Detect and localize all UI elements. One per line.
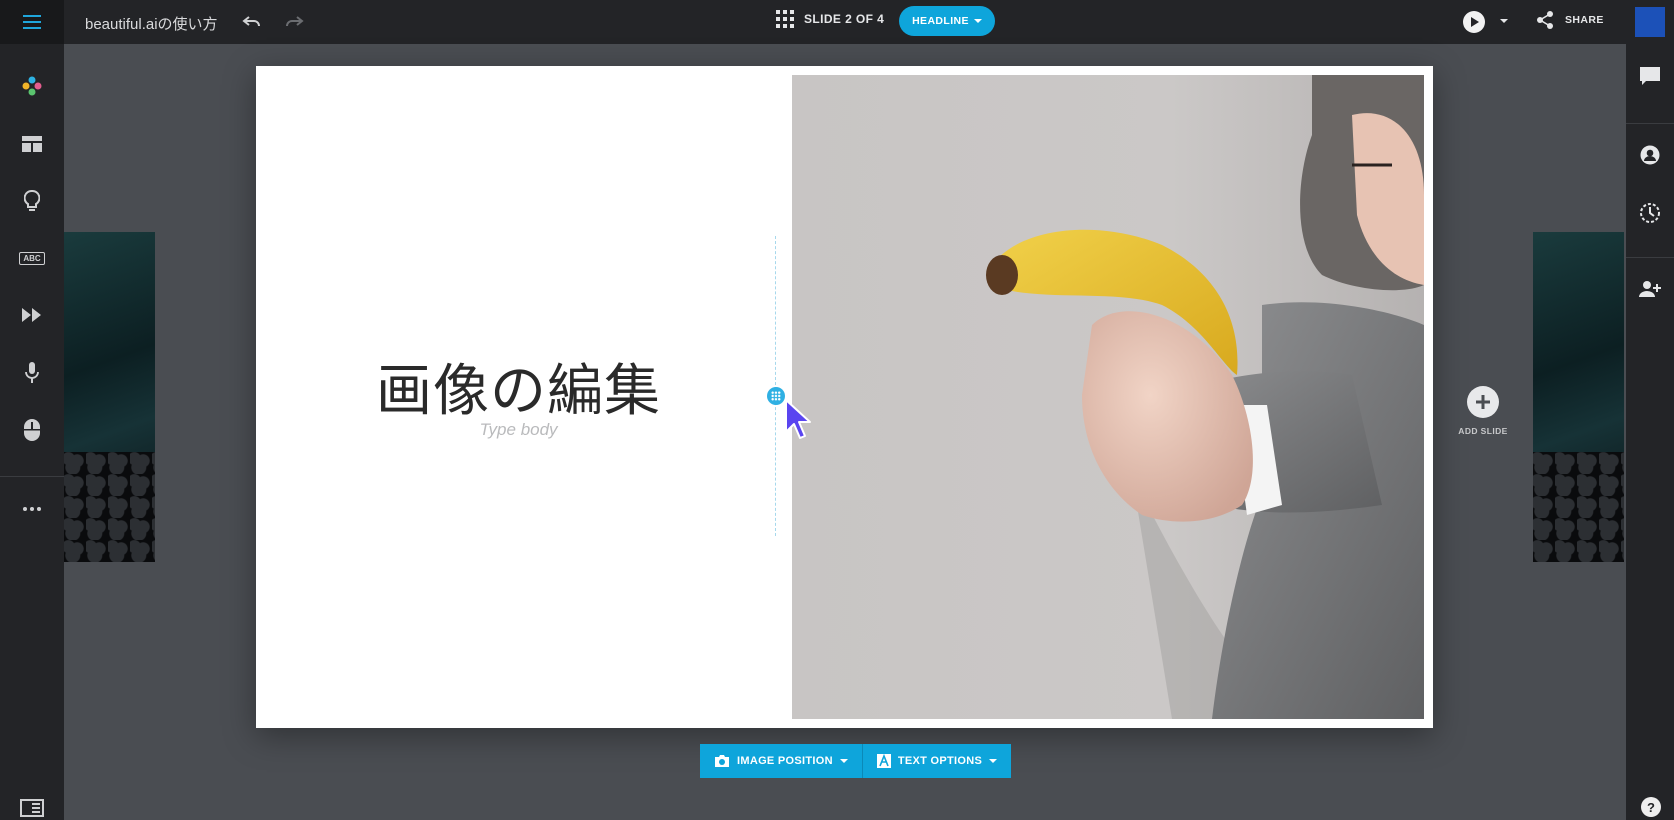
add-slide-button[interactable]: ADD SLIDE bbox=[1458, 386, 1508, 436]
abc-label: ABC bbox=[19, 251, 45, 265]
add-slide-label: ADD SLIDE bbox=[1458, 426, 1508, 436]
slide-counter: SLIDE 2 OF 4 bbox=[804, 12, 885, 26]
slide-image[interactable] bbox=[792, 75, 1424, 719]
share-button[interactable]: SHARE bbox=[1535, 10, 1604, 30]
text-options-button[interactable]: TEXT OPTIONS bbox=[861, 744, 1011, 778]
slide-headline[interactable]: 画像の編集 bbox=[376, 346, 661, 427]
microphone-icon[interactable] bbox=[17, 358, 47, 388]
layout-icon[interactable] bbox=[17, 129, 47, 159]
chevron-down-icon bbox=[973, 19, 982, 23]
grid-icon bbox=[776, 10, 794, 28]
mouse-icon[interactable] bbox=[17, 415, 47, 445]
resize-handle[interactable] bbox=[767, 387, 785, 405]
history-icon[interactable] bbox=[1635, 198, 1665, 228]
chevron-down-icon bbox=[839, 759, 848, 763]
redo-icon[interactable] bbox=[282, 10, 306, 34]
top-bar: beautiful.aiの使い方 SLIDE 2 OF 4 HEADLINE S… bbox=[0, 0, 1674, 44]
text-options-label: TEXT OPTIONS bbox=[897, 755, 983, 767]
fast-forward-icon[interactable] bbox=[17, 300, 47, 330]
share-label: SHARE bbox=[1565, 14, 1604, 26]
image-position-label: IMAGE POSITION bbox=[737, 755, 833, 767]
abc-icon[interactable]: ABC bbox=[17, 243, 47, 273]
palette-icon[interactable] bbox=[17, 71, 47, 101]
help-icon[interactable]: ? bbox=[1641, 797, 1661, 817]
idea-icon[interactable] bbox=[17, 186, 47, 216]
user-icon[interactable] bbox=[1635, 140, 1665, 170]
previous-slide-thumbnail[interactable] bbox=[64, 232, 155, 562]
share-icon bbox=[1537, 11, 1553, 29]
chevron-down-icon[interactable] bbox=[1500, 19, 1508, 23]
element-toolbar: IMAGE POSITION TEXT OPTIONS bbox=[700, 744, 1012, 778]
slide-body-placeholder[interactable]: Type body bbox=[376, 420, 661, 440]
left-sidebar: ABC bbox=[0, 44, 64, 820]
app-window: beautiful.aiの使い方 SLIDE 2 OF 4 HEADLINE S… bbox=[0, 0, 1674, 820]
slide-canvas[interactable]: 画像の編集 Type body bbox=[256, 66, 1433, 728]
chevron-down-icon bbox=[989, 759, 998, 763]
menu-button[interactable] bbox=[0, 0, 64, 44]
right-sidebar bbox=[1626, 44, 1674, 820]
slide-navigator[interactable]: SLIDE 2 OF 4 bbox=[776, 10, 884, 28]
more-icon[interactable] bbox=[17, 494, 47, 524]
document-title[interactable]: beautiful.aiの使い方 bbox=[85, 13, 218, 34]
image-position-button[interactable]: IMAGE POSITION bbox=[700, 744, 862, 778]
avatar[interactable] bbox=[1635, 7, 1665, 37]
mouse-cursor bbox=[785, 399, 811, 439]
undo-icon[interactable] bbox=[240, 10, 264, 34]
sidebar-divider bbox=[0, 476, 64, 477]
sidebar-divider bbox=[1626, 123, 1674, 124]
next-slide-thumbnail[interactable] bbox=[1533, 232, 1624, 562]
layout-dropdown-button[interactable]: HEADLINE bbox=[899, 6, 995, 36]
sidebar-divider bbox=[1626, 257, 1674, 258]
menu-icon bbox=[23, 21, 41, 23]
plus-icon bbox=[1467, 386, 1499, 418]
split-divider bbox=[775, 236, 776, 536]
text-icon bbox=[876, 754, 891, 768]
banana-photo bbox=[986, 75, 1424, 719]
play-icon[interactable] bbox=[1463, 11, 1485, 33]
layout-button-label: HEADLINE bbox=[912, 15, 969, 27]
add-user-icon[interactable] bbox=[1635, 274, 1665, 304]
camera-icon bbox=[715, 755, 729, 767]
comment-icon[interactable] bbox=[1635, 61, 1665, 91]
panel-icon[interactable] bbox=[20, 799, 44, 817]
